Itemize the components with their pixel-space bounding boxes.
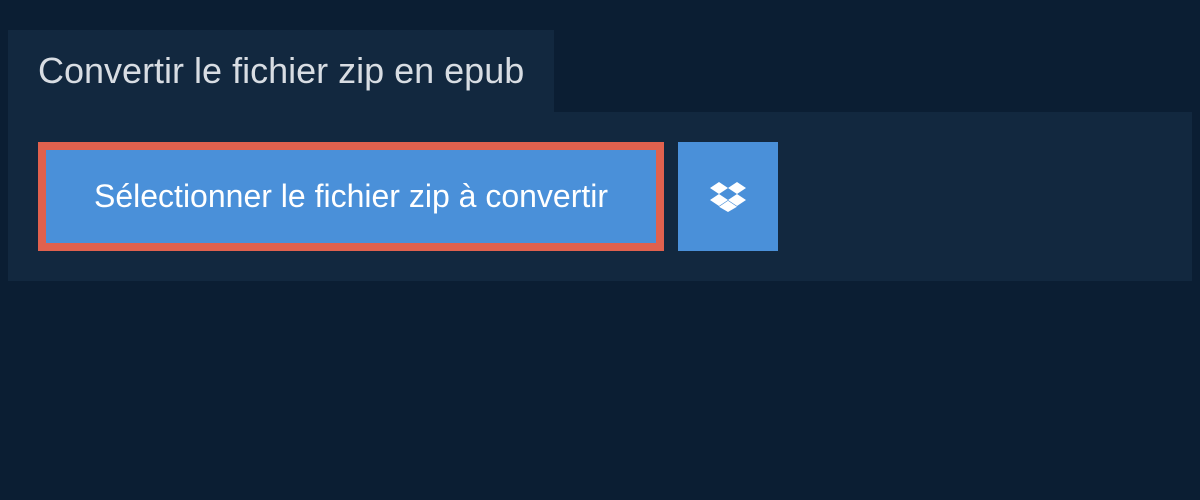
- title-tab: Convertir le fichier zip en epub: [8, 30, 554, 112]
- select-file-label: Sélectionner le fichier zip à convertir: [94, 178, 608, 215]
- dropbox-button[interactable]: [678, 142, 778, 251]
- button-row: Sélectionner le fichier zip à convertir: [38, 142, 1162, 251]
- page-title: Convertir le fichier zip en epub: [38, 50, 524, 91]
- content-area: Sélectionner le fichier zip à convertir: [8, 112, 1192, 281]
- dropbox-icon: [710, 179, 746, 215]
- select-file-button[interactable]: Sélectionner le fichier zip à convertir: [38, 142, 664, 251]
